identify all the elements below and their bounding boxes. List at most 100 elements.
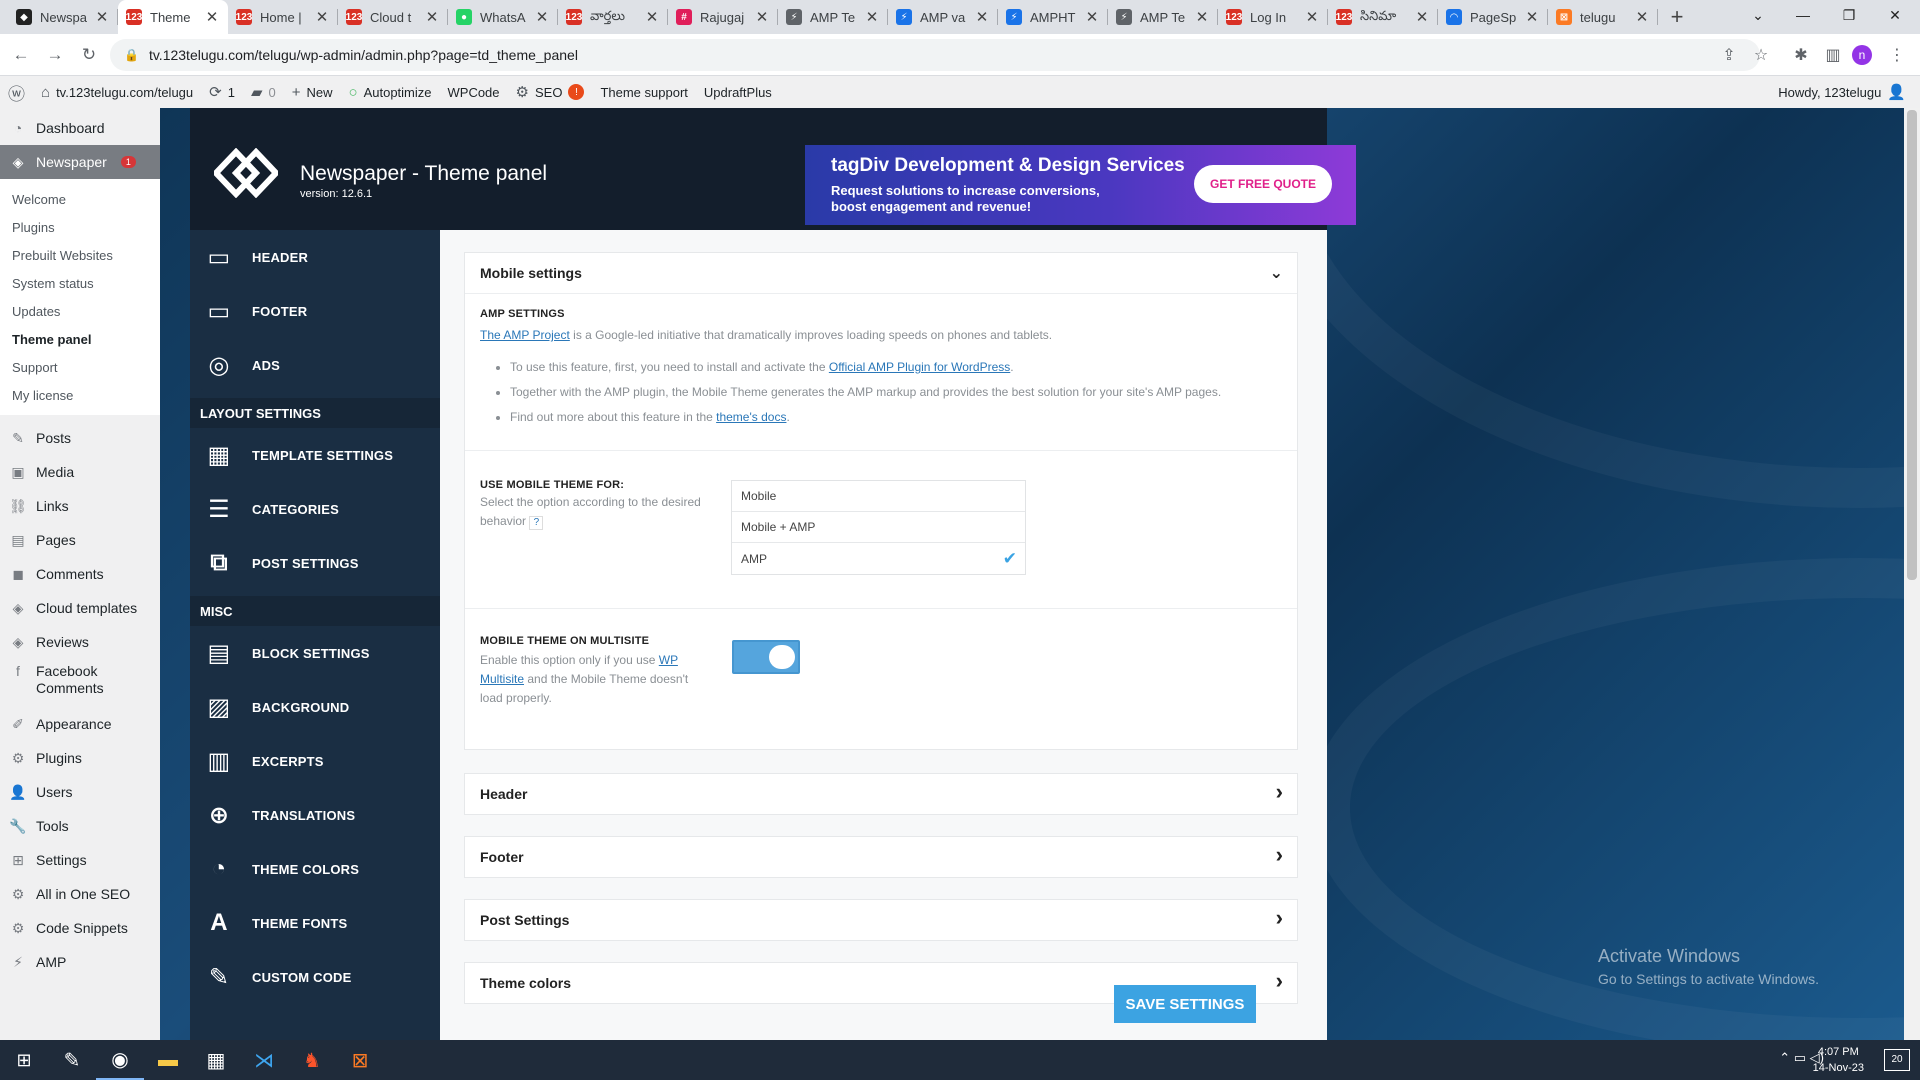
browser-tab[interactable]: # Rajugaj ✕ — [668, 0, 778, 34]
address-bar[interactable]: 🔒 tv.123telugu.com/telugu/wp-admin/admin… — [110, 39, 1760, 71]
close-tab-icon[interactable]: ✕ — [1634, 8, 1650, 26]
profile-avatar[interactable]: n — [1852, 45, 1872, 65]
browser-tab[interactable]: 123 Cloud t ✕ — [338, 0, 448, 34]
theme-docs-link[interactable]: theme's docs — [716, 410, 786, 424]
browser-tab[interactable]: 123 వార్తలు ✕ — [558, 0, 668, 34]
browser-tab[interactable]: ◠ PageSp ✕ — [1438, 0, 1548, 34]
nav-item[interactable]: ◎ ADS — [190, 338, 440, 392]
browser-tab[interactable]: 123 సినిమా ✕ — [1328, 0, 1438, 34]
browser-tab[interactable]: 123 Theme ✕ — [118, 0, 228, 34]
mobile-settings-header[interactable]: Mobile settings ⌄ — [465, 253, 1297, 293]
menu-item[interactable]: ✐ Appearance — [0, 707, 160, 741]
submenu-item[interactable]: Prebuilt Websites — [0, 241, 160, 269]
mobile-theme-option[interactable]: Mobile + AMP — [732, 512, 1025, 543]
system-clock[interactable]: 4:07 PM 14-Nov-23 — [1813, 1044, 1864, 1076]
new-tab-button[interactable]: + — [1662, 0, 1692, 34]
menu-dashboard[interactable]: ◔ Dashboard — [0, 111, 160, 145]
help-icon[interactable]: ? — [529, 516, 544, 530]
amp-project-link[interactable]: The AMP Project — [480, 328, 570, 342]
section-card[interactable]: Header › — [464, 773, 1298, 815]
admin-bar-comments[interactable]: ▰ 0 — [243, 76, 284, 108]
nav-item[interactable]: ⧉ POST SETTINGS — [190, 536, 440, 590]
menu-item[interactable]: ▤ Pages — [0, 523, 160, 557]
browser-tab[interactable]: ⚡ AMP Te ✕ — [778, 0, 888, 34]
wp-logo-icon[interactable]: ⓦ — [0, 76, 33, 108]
file-explorer-icon[interactable]: ▬ — [144, 1040, 192, 1080]
submenu-item[interactable]: System status — [0, 269, 160, 297]
close-tab-icon[interactable]: ✕ — [1304, 8, 1320, 26]
close-tab-icon[interactable]: ✕ — [204, 8, 220, 26]
reload-button[interactable]: ↻ — [72, 38, 106, 72]
close-tab-icon[interactable]: ✕ — [754, 8, 770, 26]
bookmark-star-icon[interactable]: ☆ — [1748, 42, 1774, 68]
menu-item[interactable]: ⚡ AMP — [0, 945, 160, 979]
browser-tab[interactable]: 123 Log In ✕ — [1218, 0, 1328, 34]
chrome-icon[interactable]: ◉ — [96, 1040, 144, 1080]
nav-item[interactable]: ◔ THEME COLORS — [190, 842, 440, 896]
menu-item[interactable]: ⚙ Code Snippets — [0, 911, 160, 945]
amp-plugin-link[interactable]: Official AMP Plugin for WordPress — [829, 360, 1010, 374]
tab-search-icon[interactable]: ⌄ — [1735, 0, 1781, 30]
browser-tab[interactable]: 123 Home | ✕ — [228, 0, 338, 34]
menu-item[interactable]: ⚙ All in One SEO — [0, 877, 160, 911]
page-scrollbar[interactable] — [1904, 108, 1920, 1040]
nav-item[interactable]: ✎ CUSTOM CODE — [190, 950, 440, 1004]
close-tab-icon[interactable]: ✕ — [1414, 8, 1430, 26]
menu-item[interactable]: ⛓ Links — [0, 489, 160, 523]
close-tab-icon[interactable]: ✕ — [864, 8, 880, 26]
tagdiv-services-banner[interactable]: tagDiv Development & Design Services Req… — [805, 145, 1356, 225]
nav-item[interactable]: ▤ BLOCK SETTINGS — [190, 626, 440, 680]
menu-item[interactable]: f Facebook Comments — [0, 659, 160, 699]
get-free-quote-button[interactable]: GET FREE QUOTE — [1194, 165, 1332, 203]
browser-tab[interactable]: ◆ Newspa ✕ — [8, 0, 118, 34]
admin-bar-seo[interactable]: ⚙ SEO! — [508, 76, 593, 108]
close-tab-icon[interactable]: ✕ — [1194, 8, 1210, 26]
browser-tab[interactable]: ⚡ AMP va ✕ — [888, 0, 998, 34]
nav-item[interactable]: ☰ CATEGORIES — [190, 482, 440, 536]
notepad-icon[interactable]: ✎ — [48, 1040, 96, 1080]
nav-item[interactable]: ▦ TEMPLATE SETTINGS — [190, 428, 440, 482]
close-tab-icon[interactable]: ✕ — [534, 8, 550, 26]
windows-start-icon[interactable]: ⊞ — [0, 1040, 48, 1080]
xampp-icon[interactable]: ⊠ — [336, 1040, 384, 1080]
close-tab-icon[interactable]: ✕ — [1084, 8, 1100, 26]
menu-item[interactable]: ⊞ Settings — [0, 843, 160, 877]
share-icon[interactable]: ⇪ — [1716, 42, 1742, 68]
close-tab-icon[interactable]: ✕ — [644, 8, 660, 26]
menu-item[interactable]: 🔧 Tools — [0, 809, 160, 843]
admin-bar-theme-support[interactable]: Theme support — [592, 76, 695, 108]
menu-item[interactable]: 👤 Users — [0, 775, 160, 809]
admin-bar-autoptimize[interactable]: ○ Autoptimize — [341, 76, 440, 108]
mobile-theme-option[interactable]: Mobile — [732, 481, 1025, 512]
section-card[interactable]: Post Settings › — [464, 899, 1298, 941]
wp-multisite-link[interactable]: WP — [659, 653, 678, 667]
admin-bar-howdy[interactable]: Howdy, 123telugu 👤 — [1770, 76, 1914, 108]
close-window-button[interactable]: ✕ — [1872, 0, 1918, 30]
submenu-item[interactable]: Welcome — [0, 185, 160, 213]
wp-multisite-link[interactable]: Multisite — [480, 672, 524, 686]
minimize-button[interactable]: — — [1780, 0, 1826, 30]
menu-item[interactable]: ◈ Cloud templates — [0, 591, 160, 625]
menu-item[interactable]: ▣ Media — [0, 455, 160, 489]
admin-bar-updates[interactable]: ⟳ 1 — [201, 76, 243, 108]
section-card[interactable]: Footer › — [464, 836, 1298, 878]
browser-tab[interactable]: ⚡ AMP Te ✕ — [1108, 0, 1218, 34]
close-tab-icon[interactable]: ✕ — [94, 8, 110, 26]
back-button[interactable]: ← — [4, 38, 38, 72]
menu-newspaper[interactable]: ◈ Newspaper 1 — [0, 145, 160, 179]
admin-bar-new[interactable]: + New — [284, 76, 341, 108]
submenu-item[interactable]: My license — [0, 381, 160, 409]
menu-item[interactable]: ✎ Posts — [0, 421, 160, 455]
menu-item[interactable]: ◈ Reviews — [0, 625, 160, 659]
maximize-button[interactable]: ❐ — [1826, 0, 1872, 30]
submenu-item[interactable]: Updates — [0, 297, 160, 325]
notification-center-icon[interactable]: 20 — [1884, 1049, 1910, 1071]
browser-tab[interactable]: ● WhatsA ✕ — [448, 0, 558, 34]
save-settings-button[interactable]: SAVE SETTINGS — [1114, 985, 1256, 1023]
nav-item[interactable]: ▭ HEADER — [190, 230, 440, 284]
submenu-item[interactable]: Theme panel — [0, 325, 160, 353]
admin-bar-site[interactable]: ⌂ tv.123telugu.com/telugu — [33, 76, 201, 108]
menu-item[interactable]: ◼ Comments — [0, 557, 160, 591]
calculator-icon[interactable]: ▦ — [192, 1040, 240, 1080]
side-panel-icon[interactable]: ▥ — [1820, 42, 1846, 68]
